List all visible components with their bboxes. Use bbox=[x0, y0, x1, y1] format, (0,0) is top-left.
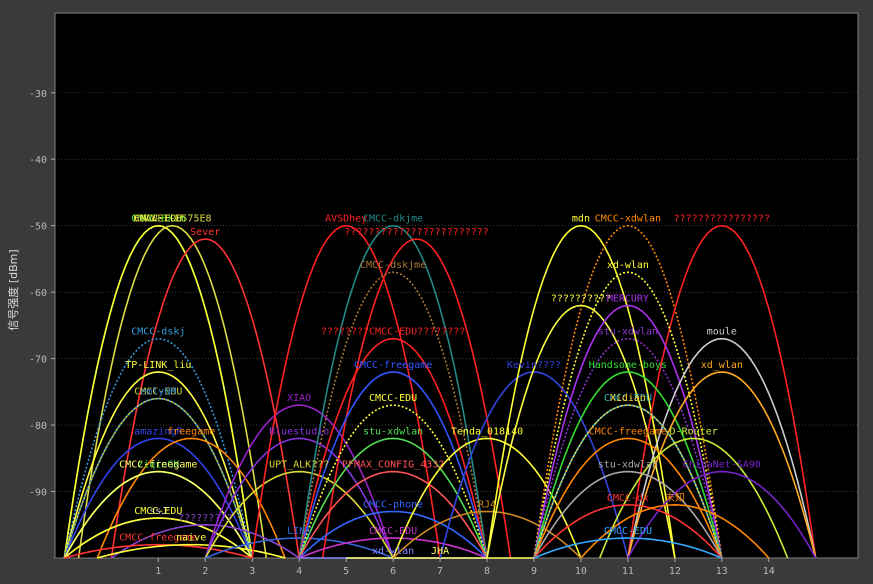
network-label: stu-xdwlan bbox=[363, 426, 423, 437]
network-label: CMCC-freegame bbox=[119, 460, 197, 471]
network-label: CMCC-dskj bbox=[131, 327, 185, 338]
x-tick-label: 10 bbox=[575, 566, 587, 577]
network-label: xd-wlan bbox=[607, 260, 649, 271]
network-label: Kevin???? bbox=[507, 360, 561, 371]
network-label: HUAWEI-E575E8 bbox=[133, 214, 211, 225]
network-label: CMCC-dskjme bbox=[360, 260, 426, 271]
y-tick-label: -70 bbox=[29, 355, 47, 366]
network-label: CMCC-dx bbox=[607, 493, 649, 504]
network-label: Xidian bbox=[610, 393, 646, 404]
network-label: CMCC-dkjme bbox=[363, 214, 423, 225]
network-label: ?????????? bbox=[551, 293, 611, 304]
network-label: xd-wlan bbox=[372, 546, 414, 557]
network-label: PFMAX_CONFIG_4332 bbox=[342, 460, 444, 471]
x-tick-label: 12 bbox=[669, 566, 681, 577]
x-tick-label: 13 bbox=[716, 566, 728, 577]
network-label: Bluestudio bbox=[269, 426, 329, 437]
network-label: naive bbox=[176, 533, 206, 544]
wifi-channel-chart: -30-40-50-60-70-80-90 1 2 3 4 5 6 7 8 9 10 11 12 13 1… bbox=[0, 0, 873, 584]
network-label: MERCURY bbox=[607, 293, 649, 304]
network-label: CMCC-EDU bbox=[369, 526, 417, 537]
y-axis-label: 信号强度 [dBm] bbox=[6, 249, 20, 330]
plot-area bbox=[54, 12, 859, 559]
network-label: ???????????????? bbox=[674, 214, 770, 225]
network-label: CMCC-xdwlan bbox=[595, 214, 661, 225]
network-label: Sever bbox=[190, 227, 220, 238]
network-label: CMCC-phone bbox=[363, 499, 423, 510]
network-label: AVSDhey bbox=[325, 214, 367, 225]
y-tick-label: -60 bbox=[29, 288, 47, 299]
network-label: mdn bbox=[572, 214, 590, 225]
y-tick-label: -80 bbox=[29, 421, 47, 432]
network-label: CMCC-EDU bbox=[134, 506, 182, 517]
network-label: CMCC-freegame bbox=[589, 426, 667, 437]
y-tick-label: -90 bbox=[29, 488, 47, 499]
x-tick-label: 11 bbox=[622, 566, 634, 577]
network-label: stu-xdwlan bbox=[598, 327, 658, 338]
network-label: emlyNM bbox=[140, 386, 176, 397]
network-label: ????????? bbox=[178, 513, 232, 524]
y-tick-label: -50 bbox=[29, 222, 47, 233]
network-label: freegame bbox=[167, 426, 215, 437]
network-label: 未知 bbox=[665, 491, 685, 504]
x-tick-label: 8 bbox=[484, 566, 490, 577]
network-label: stu-xdwlan bbox=[598, 460, 658, 471]
x-tick-label: 6 bbox=[390, 566, 396, 577]
network-label: RJ4 bbox=[478, 499, 496, 510]
network-label: ????????CMCC-EDU???????? bbox=[321, 327, 466, 338]
network-label: ???????????????????????? bbox=[344, 227, 489, 238]
network-label: UPT_ALK??? bbox=[269, 460, 329, 471]
x-tick-label: 5 bbox=[343, 566, 349, 577]
x-tick-label: 4 bbox=[296, 566, 302, 577]
network-label: CMCC-freegame bbox=[354, 360, 432, 371]
network-label: JHA bbox=[431, 546, 449, 557]
network-label: CMCC-EDU bbox=[604, 526, 652, 537]
x-tick-label: 2 bbox=[202, 566, 208, 577]
x-tick-label: 3 bbox=[249, 566, 255, 577]
x-tick-label: 1 bbox=[155, 566, 161, 577]
network-label: xd_wlan bbox=[701, 360, 743, 371]
network-label: TP-LINK_liu bbox=[125, 360, 191, 371]
network-label: Handsome-boys bbox=[589, 360, 667, 371]
network-label: ChinaNet-SA90 bbox=[683, 460, 761, 471]
x-tick-label: 9 bbox=[531, 566, 537, 577]
network-label: XIAO bbox=[287, 393, 311, 404]
y-tick-label: -30 bbox=[29, 89, 47, 100]
x-tick-label: 7 bbox=[437, 566, 443, 577]
y-tick-label: -40 bbox=[29, 155, 47, 166]
network-label: Tenda_018140 bbox=[451, 426, 523, 437]
network-label: CMCC-EDU bbox=[369, 393, 417, 404]
x-tick-label: 14 bbox=[763, 566, 775, 577]
network-label: moule bbox=[707, 327, 737, 338]
network-label: D-Router bbox=[670, 426, 718, 437]
network-label: LINK bbox=[287, 526, 311, 537]
